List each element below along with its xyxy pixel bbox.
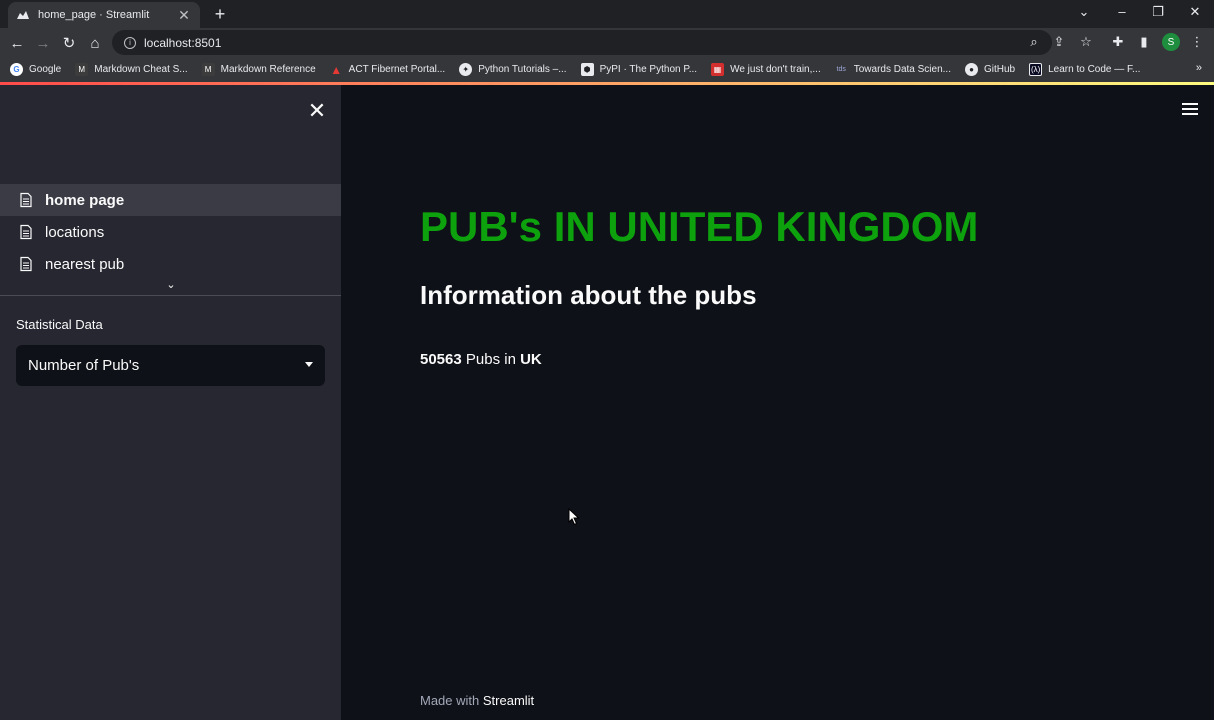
select-label: Statistical Data [16, 317, 103, 332]
nav-item-home-page[interactable]: home page [0, 184, 341, 216]
bookmark-markdown-reference[interactable]: M Markdown Reference [201, 63, 316, 76]
address-bar[interactable]: i localhost:8501 [112, 30, 1052, 55]
statistical-data-select[interactable]: Number of Pub's [16, 345, 325, 386]
bookmark-pypi[interactable]: ⬢ PyPI · The Python P... [580, 63, 697, 76]
page-nav: home page locations nearest pub [0, 184, 341, 280]
page-subtitle: Information about the pubs [420, 280, 757, 310]
act-icon: ▲ [330, 62, 343, 77]
bookmark-freecodecamp[interactable]: (λ) Learn to Code — F... [1029, 63, 1140, 76]
footer: Made with Streamlit [420, 693, 535, 708]
browser-tab-strip: home_page · Streamlit ✕ + ⌄ – ❐ ✕ [0, 0, 1214, 28]
zoom-icon[interactable]: ⌕ [1025, 34, 1043, 50]
pub-count-text: 50563 Pubs in UK [420, 351, 542, 368]
page-title: PUB's IN UNITED KINGDOM [420, 203, 979, 250]
page-icon [20, 192, 32, 208]
back-arrow-icon[interactable]: ← [6, 32, 28, 54]
tab-search-icon[interactable]: ⌄ [1074, 4, 1094, 20]
main-content: PUB's IN UNITED KINGDOM Information abou… [341, 85, 1214, 720]
google-icon: G [10, 63, 23, 76]
nav-label: locations [45, 223, 105, 241]
url-text: localhost:8501 [144, 35, 222, 50]
nav-label: home page [45, 191, 125, 209]
browser-menu-icon[interactable]: ⋮ [1188, 34, 1206, 50]
bookmark-we-just-dont-train[interactable]: ▦ We just don't train,... [711, 63, 821, 76]
freecodecamp-icon: (λ) [1029, 63, 1043, 76]
page-icon [20, 256, 32, 272]
bookmarks-bar: G Google M Markdown Cheat S... M Markdow… [0, 57, 1214, 82]
browser-toolbar: ← → ↻ ⌂ i localhost:8501 ⌕ ⇪ ☆ ✚ ▮ S ⋮ [0, 28, 1214, 57]
side-panel-icon[interactable]: ▮ [1135, 34, 1153, 50]
python-icon: ✦ [459, 63, 473, 76]
markdown-icon: M [75, 63, 89, 76]
bookmark-markdown-cheat[interactable]: M Markdown Cheat S... [75, 63, 188, 76]
window-close-icon[interactable]: ✕ [1185, 4, 1205, 20]
markdown-icon: M [201, 63, 215, 76]
bookmark-python-tutorials[interactable]: ✦ Python Tutorials –... [459, 63, 567, 76]
mouse-cursor-icon [568, 508, 580, 526]
bookmarks-overflow-icon[interactable]: » [1196, 62, 1202, 74]
streamlit-favicon-icon [16, 8, 30, 22]
bookmark-google[interactable]: G Google [10, 63, 61, 76]
page-icon [20, 224, 32, 240]
home-icon[interactable]: ⌂ [84, 32, 106, 54]
restore-icon[interactable]: ❐ [1148, 4, 1168, 20]
country: UK [520, 351, 542, 368]
tab-title: home_page · Streamlit [38, 9, 150, 21]
profile-avatar[interactable]: S [1162, 33, 1180, 51]
pypi-icon: ⬢ [580, 63, 594, 76]
caret-down-icon [305, 362, 313, 367]
sidebar-divider [0, 295, 341, 296]
pattern-icon: ▦ [711, 63, 725, 76]
select-value: Number of Pub's [28, 357, 140, 374]
nav-item-nearest-pub[interactable]: nearest pub [0, 248, 341, 280]
reload-icon[interactable]: ↻ [58, 32, 80, 54]
share-icon[interactable]: ⇪ [1050, 34, 1068, 50]
bookmark-act-fibernet[interactable]: ▲ ACT Fibernet Portal... [330, 62, 445, 77]
hamburger-menu-icon[interactable] [1182, 103, 1198, 115]
sidebar: ✕ home page locations nearest pub ⌄ Stat… [0, 85, 341, 720]
browser-tab[interactable]: home_page · Streamlit ✕ [8, 2, 200, 28]
pub-count: 50563 [420, 351, 462, 368]
tab-close-icon[interactable]: ✕ [176, 7, 192, 24]
minimize-icon[interactable]: – [1112, 4, 1132, 19]
streamlit-link[interactable]: Streamlit [483, 693, 534, 708]
nav-label: nearest pub [45, 255, 125, 273]
forward-arrow-icon[interactable]: → [32, 32, 54, 54]
bookmark-towards-data-science[interactable]: tds Towards Data Scien... [835, 63, 951, 76]
site-info-icon[interactable]: i [124, 36, 136, 49]
nav-item-locations[interactable]: locations [0, 216, 341, 248]
extensions-icon[interactable]: ✚ [1109, 34, 1127, 50]
tds-icon: tds [836, 66, 846, 73]
github-icon: ● [964, 63, 978, 76]
chevron-down-icon[interactable]: ⌄ [164, 278, 178, 291]
bookmark-star-icon[interactable]: ☆ [1077, 34, 1095, 50]
bookmark-github[interactable]: ● GitHub [964, 63, 1015, 76]
new-tab-icon[interactable]: + [210, 4, 230, 25]
sidebar-close-icon[interactable]: ✕ [306, 100, 328, 122]
